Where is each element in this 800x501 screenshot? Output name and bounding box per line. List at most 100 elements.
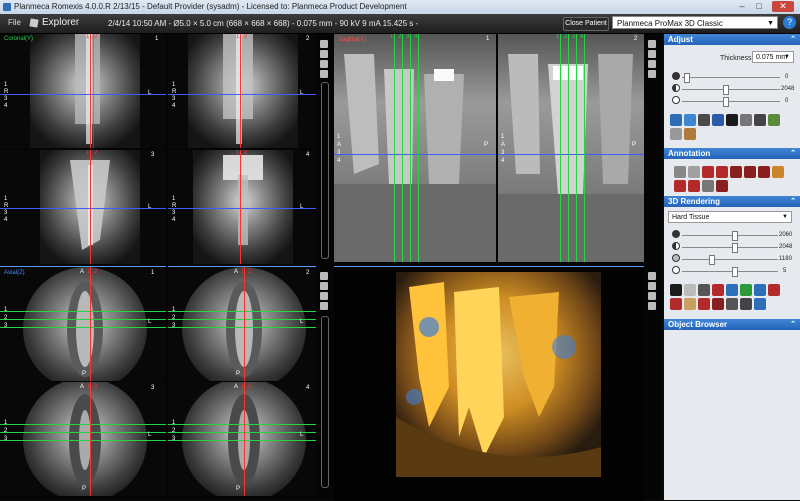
ruler-icon[interactable]: [670, 128, 682, 140]
measure-icon[interactable]: [698, 114, 710, 126]
camera-icon[interactable]: [648, 60, 656, 68]
line-tool-icon[interactable]: [674, 166, 686, 178]
text-icon[interactable]: [320, 282, 328, 290]
landscape-icon[interactable]: [726, 114, 738, 126]
grid-icon[interactable]: [754, 114, 766, 126]
cut-icon[interactable]: [712, 284, 724, 296]
crosshair-horizontal[interactable]: [0, 94, 166, 95]
slider-thumb[interactable]: [684, 73, 690, 83]
crosshair-horizontal[interactable]: [168, 311, 316, 312]
window-maximize-icon[interactable]: [320, 40, 328, 48]
camera-icon[interactable]: [320, 292, 328, 300]
close-patient-button[interactable]: Close Patient: [563, 17, 609, 31]
settings-icon[interactable]: [740, 298, 752, 310]
text-icon[interactable]: [320, 50, 328, 58]
slider-thumb[interactable]: [709, 255, 715, 265]
crosshair-horizontal[interactable]: [168, 424, 316, 425]
crosshair-horizontal[interactable]: [168, 327, 316, 328]
crosshair-horizontal[interactable]: [168, 208, 316, 209]
crosshair-vertical[interactable]: [244, 382, 245, 496]
chevron-up-icon[interactable]: ⌃: [790, 34, 796, 45]
hand-icon[interactable]: [648, 70, 656, 78]
axial-pane-3[interactable]: 3 1 2 A 1 2 3 L P: [0, 382, 166, 496]
adjust-slider-contrast[interactable]: 2048: [664, 84, 800, 95]
coronal-pane-2[interactable]: 2 1 2 1 R 3 4 L: [168, 34, 316, 148]
slider-track[interactable]: [682, 243, 778, 253]
crosshair-vertical[interactable]: [410, 34, 411, 262]
adjust-section-header[interactable]: Adjust ⌃: [664, 34, 800, 45]
crosshair-vertical[interactable]: [402, 34, 403, 262]
landscape-icon[interactable]: [670, 284, 682, 296]
hide-icon[interactable]: [712, 298, 724, 310]
implant-tool-icon[interactable]: [674, 180, 686, 192]
window-maximize-icon[interactable]: [648, 272, 656, 280]
crosshair-horizontal[interactable]: [0, 319, 166, 320]
slider-track[interactable]: [682, 267, 778, 277]
crosshair-vertical[interactable]: [240, 150, 241, 264]
slider-thumb[interactable]: [723, 85, 729, 95]
crosshair-vertical[interactable]: [418, 34, 419, 262]
help-button[interactable]: ?: [783, 16, 796, 29]
window-maximize-icon[interactable]: [320, 272, 328, 280]
rectangle-tool-icon[interactable]: [702, 166, 714, 178]
camera-icon[interactable]: [320, 60, 328, 68]
freehand-tool-icon[interactable]: [758, 166, 770, 178]
adjust-slider-gamma[interactable]: 0: [664, 96, 800, 107]
chevron-up-icon[interactable]: ⌃: [790, 148, 796, 159]
delete-annotation-icon[interactable]: [716, 180, 728, 192]
maximize-button[interactable]: □: [752, 1, 766, 11]
axial-pane-4[interactable]: 4 1 2 A 1 2 3 L P: [168, 382, 316, 496]
hand-icon[interactable]: [320, 70, 328, 78]
crosshair-horizontal[interactable]: [168, 94, 316, 95]
rendering-preset-select[interactable]: Hard Tissue ▼: [668, 211, 792, 223]
reset-view-icon[interactable]: [768, 284, 780, 296]
crosshair-horizontal[interactable]: [0, 432, 166, 433]
crosshair-horizontal[interactable]: [334, 154, 496, 155]
render-slider-brightness[interactable]: 2060: [664, 230, 800, 241]
slider-track[interactable]: [682, 255, 778, 265]
clip-plane-icon[interactable]: [698, 284, 710, 296]
arrow-tool-icon[interactable]: [730, 166, 742, 178]
crosshair-vertical[interactable]: [576, 34, 577, 262]
export-icon[interactable]: [698, 298, 710, 310]
rotate-icon[interactable]: [684, 128, 696, 140]
text-icon[interactable]: [648, 50, 656, 58]
crosshair-horizontal[interactable]: [0, 424, 166, 425]
slider-thumb[interactable]: [732, 231, 738, 241]
volume-render-pane[interactable]: [334, 266, 644, 501]
camera-icon[interactable]: [648, 292, 656, 300]
chevron-up-icon[interactable]: ⌃: [790, 196, 796, 207]
rendering-section-header[interactable]: 3D Rendering ⌃: [664, 196, 800, 207]
slider-track[interactable]: [682, 97, 780, 107]
axial-scrollbar[interactable]: [321, 316, 329, 488]
close-window-button[interactable]: ✕: [772, 1, 794, 12]
cube-icon[interactable]: [768, 114, 780, 126]
crosshair-vertical[interactable]: [584, 34, 585, 262]
coronal-pane-4[interactable]: 4 1 2 1 R 3 4 L: [168, 150, 316, 264]
text-icon[interactable]: [648, 282, 656, 290]
crosshair-horizontal[interactable]: [168, 432, 316, 433]
crosshair-vertical[interactable]: [90, 150, 91, 264]
axial-pane-2[interactable]: 2 1 2 A 1 2 3 L P: [168, 266, 316, 381]
angle-tool-icon[interactable]: [688, 166, 700, 178]
mirror-icon[interactable]: [670, 298, 682, 310]
marker-tool-icon[interactable]: [702, 180, 714, 192]
sharpen-icon[interactable]: [684, 114, 696, 126]
crosshair-horizontal[interactable]: [0, 208, 166, 209]
render-slider-contrast[interactable]: 2048: [664, 242, 800, 253]
crosshair-vertical[interactable]: [560, 34, 561, 262]
annotation-section-header[interactable]: Annotation ⌃: [664, 148, 800, 159]
sagittal-pane-1[interactable]: Sagittal(X) 1 2 3 4 1 A 3 4 P 1: [334, 34, 496, 262]
hand-icon[interactable]: [320, 302, 328, 310]
invert-icon[interactable]: [712, 114, 724, 126]
record-icon[interactable]: [754, 298, 766, 310]
hand-icon[interactable]: [648, 302, 656, 310]
file-menu[interactable]: File: [8, 18, 21, 27]
coronal-scrollbar[interactable]: [321, 82, 329, 259]
crosshair-vertical[interactable]: [568, 34, 569, 262]
render-slider-opacity[interactable]: 1180: [664, 254, 800, 265]
crosshair-horizontal[interactable]: [168, 440, 316, 441]
crosshair-horizontal[interactable]: [498, 154, 644, 155]
segment-icon[interactable]: [740, 284, 752, 296]
crosshair-horizontal[interactable]: [168, 319, 316, 320]
